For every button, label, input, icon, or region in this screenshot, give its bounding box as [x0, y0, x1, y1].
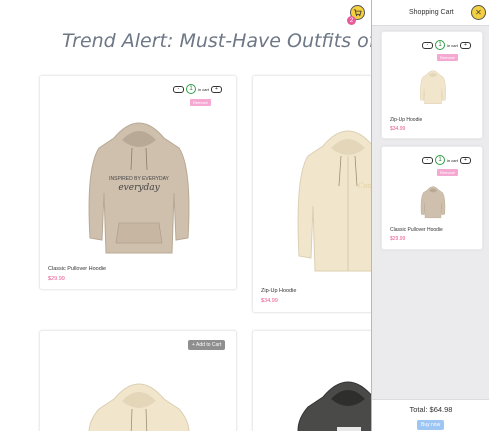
quantity-value: 1: [186, 84, 196, 94]
in-cart-label: in cart: [198, 86, 209, 92]
cart-item-price: $34.99: [390, 126, 406, 132]
cart-icon: [353, 9, 362, 17]
quantity-control: - 1 in cart +: [422, 155, 471, 165]
quantity-value: 1: [435, 155, 445, 165]
decrease-quantity-button[interactable]: -: [173, 85, 184, 93]
cart-header: Shopping Cart ✕: [372, 0, 489, 26]
product-name: Classic Pullover Hoodie: [48, 266, 107, 272]
cart-item-image: [420, 70, 446, 104]
product-card: + Add to Cart: [39, 330, 237, 431]
decrease-quantity-button[interactable]: -: [422, 41, 433, 49]
add-to-cart-button[interactable]: + Add to Cart: [188, 340, 226, 350]
cart-footer: Total: $64.98 Buy now: [372, 399, 489, 431]
product-price: $34.99: [261, 298, 278, 304]
cart-item: - 1 in cart + Remove Zip-Up Hoodie $34.9…: [381, 31, 483, 139]
in-cart-label: in cart: [447, 157, 458, 163]
cart-item-image: [420, 186, 446, 219]
product-card: - 1 in cart + Remove INSPIRED BY EVERYDA…: [39, 75, 237, 290]
cart-count-badge: 2: [347, 16, 356, 25]
product-name: Zip-Up Hoodie: [261, 288, 297, 294]
cart-item: - 1 in cart + Remove Classic Pullover Ho…: [381, 146, 483, 250]
quantity-value: 1: [435, 40, 445, 50]
cart-title: Shopping Cart: [409, 9, 454, 16]
cart-total: Total: $64.98: [409, 405, 453, 414]
remove-button[interactable]: Remove: [437, 54, 458, 61]
shopping-cart-panel: Shopping Cart ✕ - 1 in cart + Remove Zip…: [371, 0, 489, 431]
svg-text:everyday: everyday: [118, 183, 160, 193]
close-icon: ✕: [475, 8, 482, 17]
page-title: Trend Alert: Must-Have Outfits of the: [62, 30, 413, 52]
remove-button[interactable]: Remove: [190, 99, 211, 106]
cart-item-name: Classic Pullover Hoodie: [390, 227, 443, 233]
quantity-control: - 1 in cart +: [422, 40, 471, 50]
buy-now-button[interactable]: Buy now: [417, 420, 445, 430]
cart-item-name: Zip-Up Hoodie: [390, 117, 423, 123]
product-price: $29.99: [48, 276, 65, 282]
increase-quantity-button[interactable]: +: [459, 41, 471, 49]
svg-text:INSPIRED BY EVERYDAY: INSPIRED BY EVERYDAY: [109, 176, 169, 182]
product-image: INSPIRED BY EVERYDAY everyday: [88, 122, 190, 254]
shop-page: Trend Alert: Must-Have Outfits of the 2 …: [0, 0, 489, 431]
increase-quantity-button[interactable]: +: [210, 85, 222, 93]
cart-item-price: $29.99: [390, 236, 406, 242]
remove-button[interactable]: Remove: [437, 169, 458, 176]
decrease-quantity-button[interactable]: -: [422, 156, 433, 164]
in-cart-label: in cart: [447, 42, 458, 48]
product-image: [88, 383, 190, 431]
increase-quantity-button[interactable]: +: [459, 156, 471, 164]
quantity-control: - 1 in cart +: [173, 84, 222, 94]
close-cart-button[interactable]: ✕: [471, 5, 486, 20]
